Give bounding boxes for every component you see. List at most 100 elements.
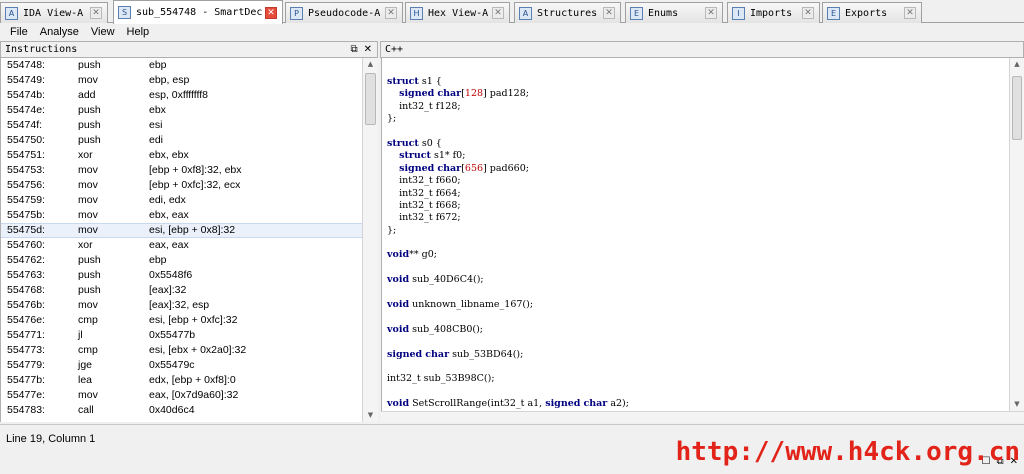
tab-pseudocode-a[interactable]: P Pseudocode-A ✕ — [285, 2, 403, 23]
instructions-pane-header: Instructions ⧉ ✕ — [0, 41, 378, 58]
tab-sub-554748-smartdec[interactable]: Ssub_554748 - SmartDec ✕ — [113, 0, 283, 24]
instruction-row[interactable]: 55477e: mov eax, [0x7d9a60]:32 — [1, 388, 362, 403]
instruction-operands: esi, [ebp + 0xfc]:32 — [149, 314, 238, 326]
enums-icon: E — [630, 6, 643, 20]
menu-file[interactable]: File — [4, 26, 34, 38]
code-line: void unknown_libname_167(); — [387, 299, 534, 311]
scroll-up-icon[interactable]: ▲ — [363, 58, 378, 71]
close-icon[interactable]: ✕ — [265, 6, 277, 19]
instruction-mnemonic: xor — [78, 149, 93, 161]
instruction-address: 554768: — [7, 284, 45, 296]
close-icon[interactable]: ✕ — [802, 7, 814, 19]
instruction-mnemonic: cmp — [78, 344, 98, 356]
instruction-row[interactable]: 554768: push [eax]:32 — [1, 283, 362, 298]
instruction-row[interactable]: 554760: xor eax, eax — [1, 238, 362, 253]
tab-ida-view-a[interactable]: A IDA View-A ✕ — [0, 2, 108, 23]
instruction-address: 554783: — [7, 404, 45, 416]
instruction-row[interactable]: 55476b: mov [eax]:32, esp — [1, 298, 362, 313]
hex-view-icon: H — [410, 6, 423, 20]
code-line: signed char[656] pad660; — [399, 162, 529, 174]
instruction-row[interactable]: 554748: push ebp — [1, 58, 362, 73]
instruction-operands: [eax]:32, esp — [149, 299, 210, 311]
instructions-list[interactable]: 554748: push ebp 554749: mov ebp, esp 55474b: a… — [0, 58, 362, 422]
code-pane-title: C++ — [385, 44, 404, 55]
scroll-down-icon[interactable]: ▼ — [363, 409, 378, 422]
code-vertical-scrollbar[interactable]: ▲ ▼ — [1009, 58, 1024, 411]
code-line: void** g0; — [387, 249, 437, 261]
instruction-row[interactable]: 554751: xor ebx, ebx — [1, 148, 362, 163]
close-icon[interactable]: ✕ — [385, 7, 397, 19]
close-icon[interactable]: ✕ — [492, 7, 504, 19]
menu-view[interactable]: View — [85, 26, 121, 38]
structures-icon: A — [519, 6, 532, 20]
tab-hex-view-a[interactable]: H Hex View-A ✕ — [405, 2, 510, 23]
instruction-operands: ebx, ebx — [149, 149, 189, 161]
close-icon[interactable]: ✕ — [904, 7, 916, 19]
instruction-row[interactable]: 554750: push edi — [1, 133, 362, 148]
code-line: struct s0 { — [387, 137, 442, 149]
instruction-row[interactable]: 554759: mov edi, edx — [1, 193, 362, 208]
instruction-row[interactable]: 554762: push ebp — [1, 253, 362, 268]
instruction-row[interactable]: 554771: jl 0x55477b — [1, 328, 362, 343]
code-line: int32_t f660; — [387, 175, 461, 187]
code-line: void sub_408CB0(); — [387, 323, 483, 335]
close-icon[interactable]: ✕ — [603, 7, 615, 19]
code-line: signed char[128] pad128; — [399, 88, 529, 100]
instruction-row[interactable]: 554756: mov [ebp + 0xfc]:32, ecx — [1, 178, 362, 193]
instruction-row[interactable]: 55476e: cmp esi, [ebp + 0xfc]:32 — [1, 313, 362, 328]
instruction-operands: [ebp + 0xf8]:32, ebx — [149, 164, 242, 176]
instructions-scrollbar[interactable]: ▲ ▼ — [362, 58, 378, 422]
scroll-down-icon[interactable]: ▼ — [1010, 398, 1024, 411]
code-horizontal-scrollbar[interactable] — [381, 411, 1024, 422]
instruction-mnemonic: mov — [78, 179, 98, 191]
menu-analyse[interactable]: Analyse — [34, 26, 85, 38]
close-icon[interactable]: ✕ — [705, 7, 717, 19]
instruction-row[interactable]: 55474e: push ebx — [1, 103, 362, 118]
instruction-mnemonic: push — [78, 269, 101, 281]
instruction-row[interactable]: 554749: mov ebp, esp — [1, 73, 362, 88]
instruction-row[interactable]: 55475d: mov esi, [ebp + 0x8]:32 — [1, 223, 362, 238]
instruction-operands: 0x55477b — [149, 329, 196, 341]
tab-enums[interactable]: E Enums ✕ — [625, 2, 723, 23]
instruction-row[interactable]: 554783: call 0x40d6c4 — [1, 403, 362, 418]
instruction-row[interactable]: 55477b: lea edx, [ebp + 0xf8]:0 — [1, 373, 362, 388]
tab-structures[interactable]: A Structures ✕ — [514, 2, 621, 23]
tab-imports[interactable]: I Imports ✕ — [727, 2, 820, 23]
instruction-operands: esi — [149, 119, 163, 131]
cursor-position: Line 19, Column 1 — [6, 433, 96, 445]
instruction-row[interactable]: 55474f: push esi — [1, 118, 362, 133]
instruction-operands: esi, [ebp + 0x8]:32 — [149, 224, 236, 236]
instruction-operands: edx, [ebp + 0xf8]:0 — [149, 374, 236, 386]
instruction-operands: edi — [149, 134, 164, 146]
instruction-mnemonic: push — [78, 254, 101, 266]
instructions-pane-title: Instructions — [5, 44, 78, 55]
instruction-mnemonic: mov — [78, 299, 98, 311]
instruction-mnemonic: mov — [78, 74, 98, 86]
close-pane-icon[interactable]: ✕ — [364, 44, 372, 55]
instruction-address: 554771: — [7, 329, 45, 341]
cpp-code-view[interactable]: struct s1 { signed char[128] pad128; int… — [381, 58, 1009, 411]
tab-label: Structures — [537, 7, 598, 19]
code-line: void SetScrollRange(int32_t a1, signed c… — [387, 398, 629, 410]
scroll-thumb[interactable] — [365, 73, 376, 125]
code-line: int32_t sub_53B98C(); — [387, 373, 495, 385]
close-icon[interactable]: ✕ — [90, 7, 102, 19]
instruction-row[interactable]: 55474b: add esp, 0xfffffff8 — [1, 88, 362, 103]
instruction-row[interactable]: 554763: push 0x5548f6 — [1, 268, 362, 283]
tab-exports[interactable]: E Exports ✕ — [822, 2, 922, 23]
float-pane-icon[interactable]: ⧉ — [350, 44, 357, 55]
tab-label: Exports — [845, 7, 888, 19]
instruction-row[interactable]: 55475b: mov ebx, eax — [1, 208, 362, 223]
scroll-up-icon[interactable]: ▲ — [1010, 58, 1024, 71]
code-line: void sub_40D6C4(); — [387, 274, 484, 286]
instruction-row[interactable]: 554753: mov [ebp + 0xf8]:32, ebx — [1, 163, 362, 178]
instruction-row[interactable]: 554773: cmp esi, [ebx + 0x2a0]:32 — [1, 343, 362, 358]
instruction-row[interactable]: 554779: jge 0x55479c — [1, 358, 362, 373]
menu-help[interactable]: Help — [121, 26, 156, 38]
tab-label: sub_554748 - SmartDec — [136, 7, 263, 18]
scroll-thumb[interactable] — [1012, 76, 1022, 140]
